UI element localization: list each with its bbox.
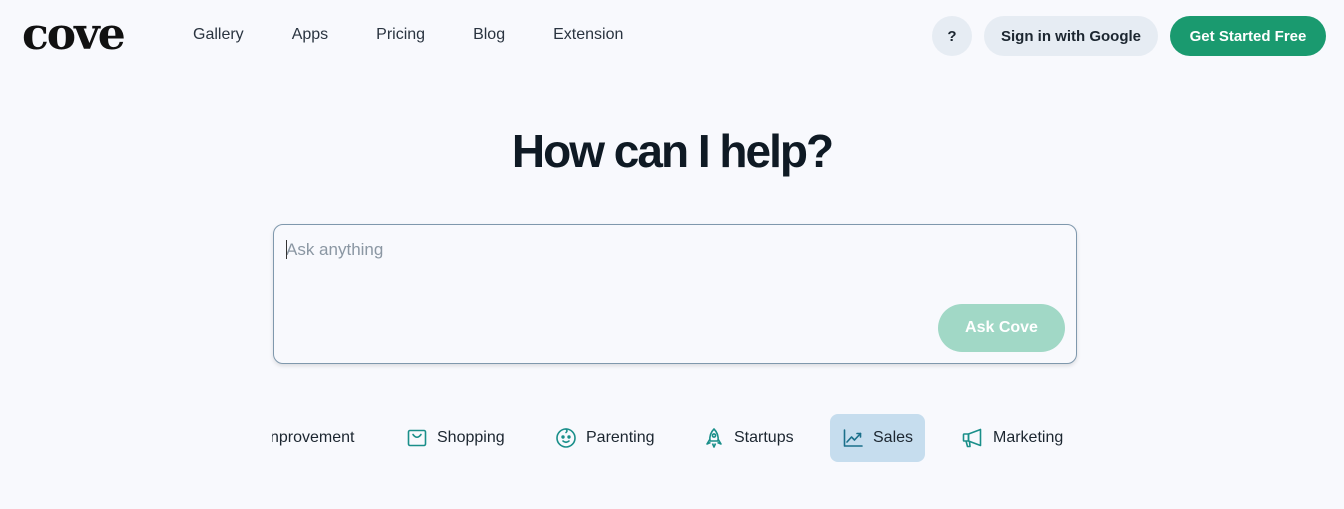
category-strip: nprovement Shopping Parenting Startups S… — [272, 414, 1072, 462]
nav-extension[interactable]: Extension — [553, 25, 623, 45]
sign-in-google-button[interactable]: Sign in with Google — [984, 16, 1158, 56]
megaphone-icon — [962, 428, 982, 448]
help-button[interactable]: ? — [932, 16, 972, 56]
category-startups[interactable]: Startups — [703, 414, 794, 462]
cove-logo[interactable]: cove — [22, 10, 126, 60]
text-caret — [286, 240, 287, 259]
trending-up-chart-icon — [843, 429, 863, 447]
ask-input[interactable] — [286, 237, 1046, 263]
category-label: Sales — [873, 429, 914, 446]
category-label: Startups — [734, 429, 794, 446]
category-improvement[interactable]: nprovement — [272, 414, 355, 462]
shopping-bag-icon — [407, 429, 427, 447]
category-label: nprovement — [272, 429, 355, 446]
nav-pricing[interactable]: Pricing — [376, 25, 425, 45]
nav-blog[interactable]: Blog — [473, 25, 505, 45]
baby-face-icon — [556, 428, 576, 448]
page-title: How can I help? — [511, 125, 834, 177]
main-nav: Gallery Apps Pricing Blog Extension — [193, 25, 671, 45]
ask-panel: Ask Cove — [273, 224, 1077, 364]
category-shopping[interactable]: Shopping — [406, 414, 505, 462]
rocket-icon — [706, 428, 722, 448]
nav-gallery[interactable]: Gallery — [193, 25, 244, 45]
category-sales[interactable]: Sales — [830, 414, 926, 462]
nav-apps[interactable]: Apps — [292, 25, 328, 45]
category-label: Marketing — [993, 429, 1064, 446]
category-marketing[interactable]: Marketing — [962, 414, 1063, 462]
top-header: cove Gallery Apps Pricing Blog Extension… — [0, 0, 1344, 70]
get-started-button[interactable]: Get Started Free — [1170, 16, 1326, 56]
category-label: Parenting — [586, 429, 655, 446]
category-parenting[interactable]: Parenting — [555, 414, 655, 462]
category-label: Shopping — [437, 429, 505, 446]
ask-cove-button[interactable]: Ask Cove — [938, 304, 1065, 352]
